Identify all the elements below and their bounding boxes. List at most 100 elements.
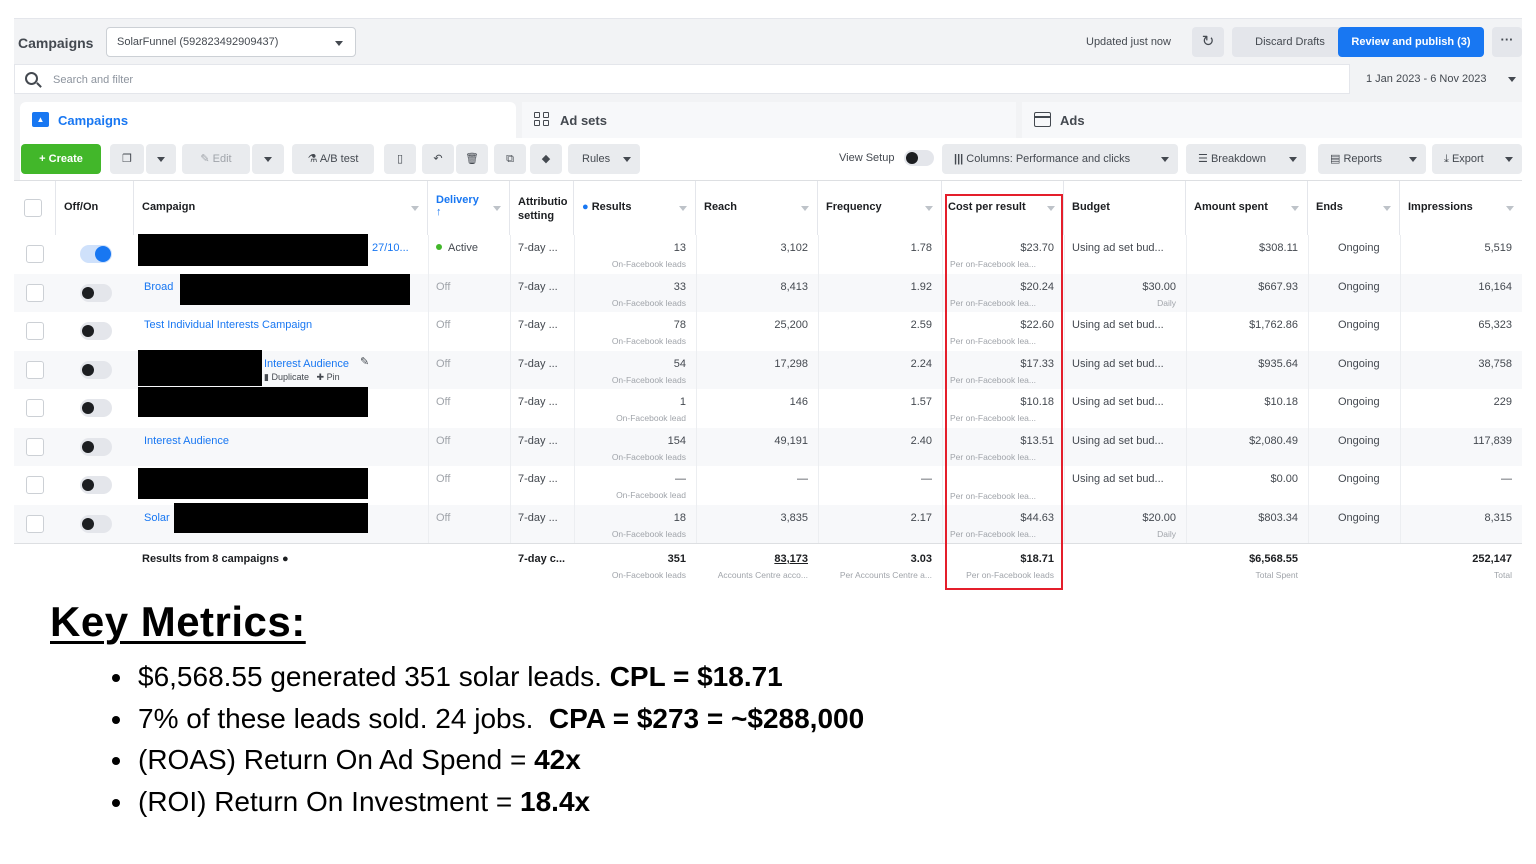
view-setup-label: View Setup (839, 152, 895, 164)
clipboard-button[interactable]: ▯ (384, 144, 416, 174)
column-header-attribution[interactable]: Attributio setting (510, 181, 574, 235)
column-header-frequency[interactable]: Frequency (818, 181, 942, 235)
row-checkbox[interactable] (26, 322, 44, 340)
table-row[interactable]: Interest Audience ▮ Duplicate ✚ Pin ✎ Off 7-… (14, 349, 1522, 389)
reports-button[interactable]: ▤ Reports (1318, 144, 1426, 174)
rules-button[interactable]: Rules (568, 144, 640, 174)
undo-button[interactable]: ↶ (422, 144, 454, 174)
campaign-name[interactable]: 27/10... (372, 235, 428, 274)
duplicate-icon: ▮ (264, 371, 269, 382)
column-divider (510, 235, 511, 595)
column-header-ends[interactable]: Ends (1308, 181, 1400, 235)
impressions-cell: 65,323 (1478, 319, 1512, 331)
totals-frequency-value: 3.03 (910, 553, 932, 565)
budget-sub: Daily (1157, 528, 1176, 539)
column-header-amount-spent[interactable]: Amount spent (1186, 181, 1308, 235)
redaction-box (138, 349, 262, 386)
breakdown-button[interactable]: ☰ Breakdown (1186, 144, 1306, 174)
column-header-delivery[interactable]: Delivery ↑ (428, 181, 510, 235)
results-value: 54 (673, 357, 686, 370)
delete-button[interactable]: 🗑 (456, 144, 488, 174)
campaign-toggle[interactable] (80, 283, 112, 302)
campaign-toggle[interactable] (80, 514, 112, 533)
ab-test-button[interactable]: ⚗ A/B test (292, 144, 374, 174)
campaign-toggle[interactable] (80, 322, 112, 340)
select-all-checkbox[interactable] (24, 199, 42, 217)
campaign-name[interactable]: Interest Audience (144, 428, 428, 467)
tab-campaigns[interactable]: ▲ Campaigns (20, 102, 516, 138)
row-checkbox[interactable] (26, 283, 44, 302)
table-row[interactable]: Broad Off 7-day ... 33 On-Facebook leads 8,41… (14, 273, 1522, 313)
row-checkbox[interactable] (26, 437, 44, 456)
column-header-reach[interactable]: Reach (696, 181, 818, 235)
pin-link[interactable]: Pin (327, 372, 340, 382)
tab-ad-sets[interactable]: Ad sets (522, 102, 1016, 138)
edit-button[interactable]: ✎ Edit (182, 144, 250, 174)
campaign-toggle[interactable] (80, 476, 112, 494)
tab-ads[interactable]: Ads (1022, 102, 1522, 138)
row-checkbox[interactable] (26, 399, 44, 417)
ads-manager-window: Campaigns SolarFunnel (592823492909437) … (14, 18, 1522, 595)
delivery-label: Off (436, 511, 451, 524)
totals-results-sub: On-Facebook leads (611, 570, 686, 580)
row-checkbox[interactable] (26, 514, 44, 533)
column-divider (428, 235, 429, 595)
table-row[interactable]: Interest Audience Off 7-day ... 154 On-Faceb… (14, 427, 1522, 467)
review-publish-button[interactable]: Review and publish (3) (1338, 27, 1484, 57)
row-checkbox[interactable] (26, 245, 44, 263)
campaign-toggle[interactable] (80, 399, 112, 417)
duplicate-menu-button[interactable] (146, 144, 176, 174)
metric-text: (ROI) Return On Investment = (138, 785, 521, 817)
campaign-toggle[interactable] (80, 245, 112, 263)
chevron-down-icon (623, 157, 631, 162)
info-icon: ● (282, 553, 289, 565)
totals-frequency-sub: Per Accounts Centre a... (839, 570, 932, 580)
columns-icon: ||| (954, 153, 964, 165)
campaign-name[interactable]: Test Individual Interests Campaign (144, 312, 428, 351)
table-row[interactable]: 27/10... Active 7-day ... 13 On-Facebook lea… (14, 234, 1522, 274)
results-sub: On-Facebook leads (611, 297, 686, 308)
results-sub: On-Facebook leads (611, 451, 686, 462)
account-selector[interactable]: SolarFunnel (592823492909437) (106, 27, 356, 57)
refresh-button[interactable]: ↻ (1192, 27, 1224, 57)
impressions-cell: 16,164 (1478, 280, 1512, 293)
table-row[interactable]: Solar Off 7-day ... 18 On-Facebook leads 3,83… (14, 502, 1522, 544)
column-header-impressions[interactable]: Impressions (1400, 181, 1522, 235)
reach-cell: — (797, 473, 808, 485)
column-header-campaign[interactable]: Campaign (134, 181, 428, 235)
duplicate-link[interactable]: Duplicate (271, 372, 309, 382)
duplicate-button[interactable]: ❐ (110, 144, 144, 174)
row-checkbox[interactable] (26, 360, 44, 379)
export-button[interactable]: ⤓ Export (1432, 144, 1522, 174)
preview-button[interactable]: ⧉ (494, 144, 526, 174)
delivery-status: Off (428, 274, 510, 313)
date-range-picker[interactable]: 1 Jan 2023 - 6 Nov 2023 (1354, 64, 1522, 94)
totals-results-value: 351 (667, 553, 686, 565)
campaign-toggle[interactable] (80, 360, 112, 379)
trash-icon: 🗑 (465, 153, 479, 165)
view-setup-toggle[interactable] (904, 150, 934, 166)
row-checkbox[interactable] (26, 476, 44, 494)
columns-button[interactable]: ||| Columns: Performance and clicks (942, 144, 1178, 174)
table-row[interactable]: Test Individual Interests Campaign Off 7-d… (14, 312, 1522, 351)
column-header-budget[interactable]: Budget (1064, 181, 1186, 235)
create-button[interactable]: + Create (21, 144, 101, 174)
updated-status: Updated just now (1086, 36, 1171, 48)
edit-menu-button[interactable] (252, 144, 284, 174)
table-row[interactable]: Off 7-day ... 1 On-Facebook lead 146 1.57 $10.… (14, 387, 1522, 428)
table-row[interactable]: Off 7-day ... — On-Facebook lead — — Per on-Fa… (14, 466, 1522, 505)
budget-sub: Daily (1157, 297, 1176, 308)
discard-drafts-button[interactable]: Discard Drafts (1232, 27, 1348, 57)
column-header-results[interactable]: ● Results (574, 181, 696, 235)
more-options-button[interactable]: ··· (1492, 27, 1522, 57)
pencil-icon[interactable]: ✎ (360, 355, 369, 369)
delivery-status: Off (428, 505, 510, 544)
totals-label-text: Results from 8 campaigns (142, 553, 279, 565)
search-input[interactable]: Search and filter (53, 74, 133, 86)
search-bar[interactable]: Search and filter (14, 64, 1350, 94)
campaign-toggle[interactable] (80, 437, 112, 456)
tag-button[interactable]: ◆ (530, 144, 562, 174)
results-cell: 18 On-Facebook leads (574, 505, 696, 544)
attribution-setting: 7-day ... (518, 280, 558, 293)
column-header-off-on[interactable]: Off/On (56, 181, 134, 235)
